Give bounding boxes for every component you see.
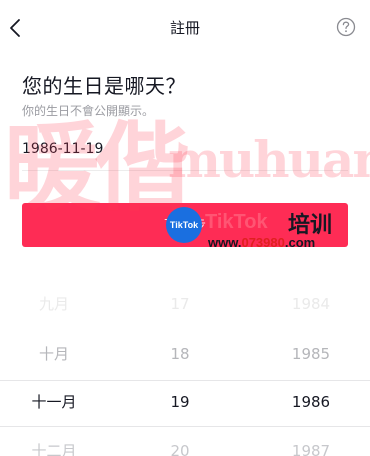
birthday-question: 您的生日是哪天？ <box>22 74 186 98</box>
nav-header: 註冊 <box>0 0 370 56</box>
picker-month: 十二月 <box>31 442 77 456</box>
date-wheel-picker[interactable]: 九月 17 1984 十月 18 1985 十一月 19 1986 十二月 20… <box>0 280 370 456</box>
field-underline <box>22 170 348 171</box>
selection-divider-top <box>0 380 370 381</box>
picker-row-selected[interactable]: 十一月 19 1986 <box>0 382 370 422</box>
picker-day: 20 <box>170 442 190 456</box>
watermark-url-suffix: .com <box>284 235 316 250</box>
selection-divider-bottom <box>0 426 370 427</box>
picker-row[interactable]: 十月 18 1985 <box>0 334 370 374</box>
watermark-url-prefix: www. <box>208 235 242 250</box>
watermark-brand: TikTok <box>205 211 268 233</box>
watermark-url: www.073980.com <box>208 235 315 250</box>
picker-row[interactable]: 十二月 20 1987 <box>0 431 370 456</box>
picker-month: 九月 <box>38 295 69 313</box>
picker-year: 1984 <box>291 295 331 313</box>
picker-month: 十月 <box>38 345 69 363</box>
picker-year: 1986 <box>291 393 331 411</box>
help-button[interactable] <box>336 17 356 37</box>
watermark-right: muhuan ide <box>168 130 370 189</box>
picker-day: 18 <box>170 345 190 363</box>
watermark-url-accent: 073980 <box>241 235 285 250</box>
picker-year: 1987 <box>291 442 331 456</box>
privacy-hint: 你的生日不會公開顯示。 <box>22 104 155 118</box>
picker-day: 19 <box>170 393 190 411</box>
question-circle-icon <box>336 17 356 37</box>
birthday-field[interactable]: 1986-11-19 <box>22 141 103 157</box>
tiktok-logo-icon: TikTok <box>166 207 202 243</box>
register-page: 註冊 您的生日是哪天？ 你的生日不會公開顯示。 1986-11-19 下一步 九… <box>0 0 370 456</box>
page-title: 註冊 <box>169 19 200 37</box>
picker-row[interactable]: 九月 17 1984 <box>0 284 370 324</box>
picker-day: 17 <box>170 295 190 313</box>
picker-year: 1985 <box>291 345 331 363</box>
picker-month: 十一月 <box>31 393 77 411</box>
